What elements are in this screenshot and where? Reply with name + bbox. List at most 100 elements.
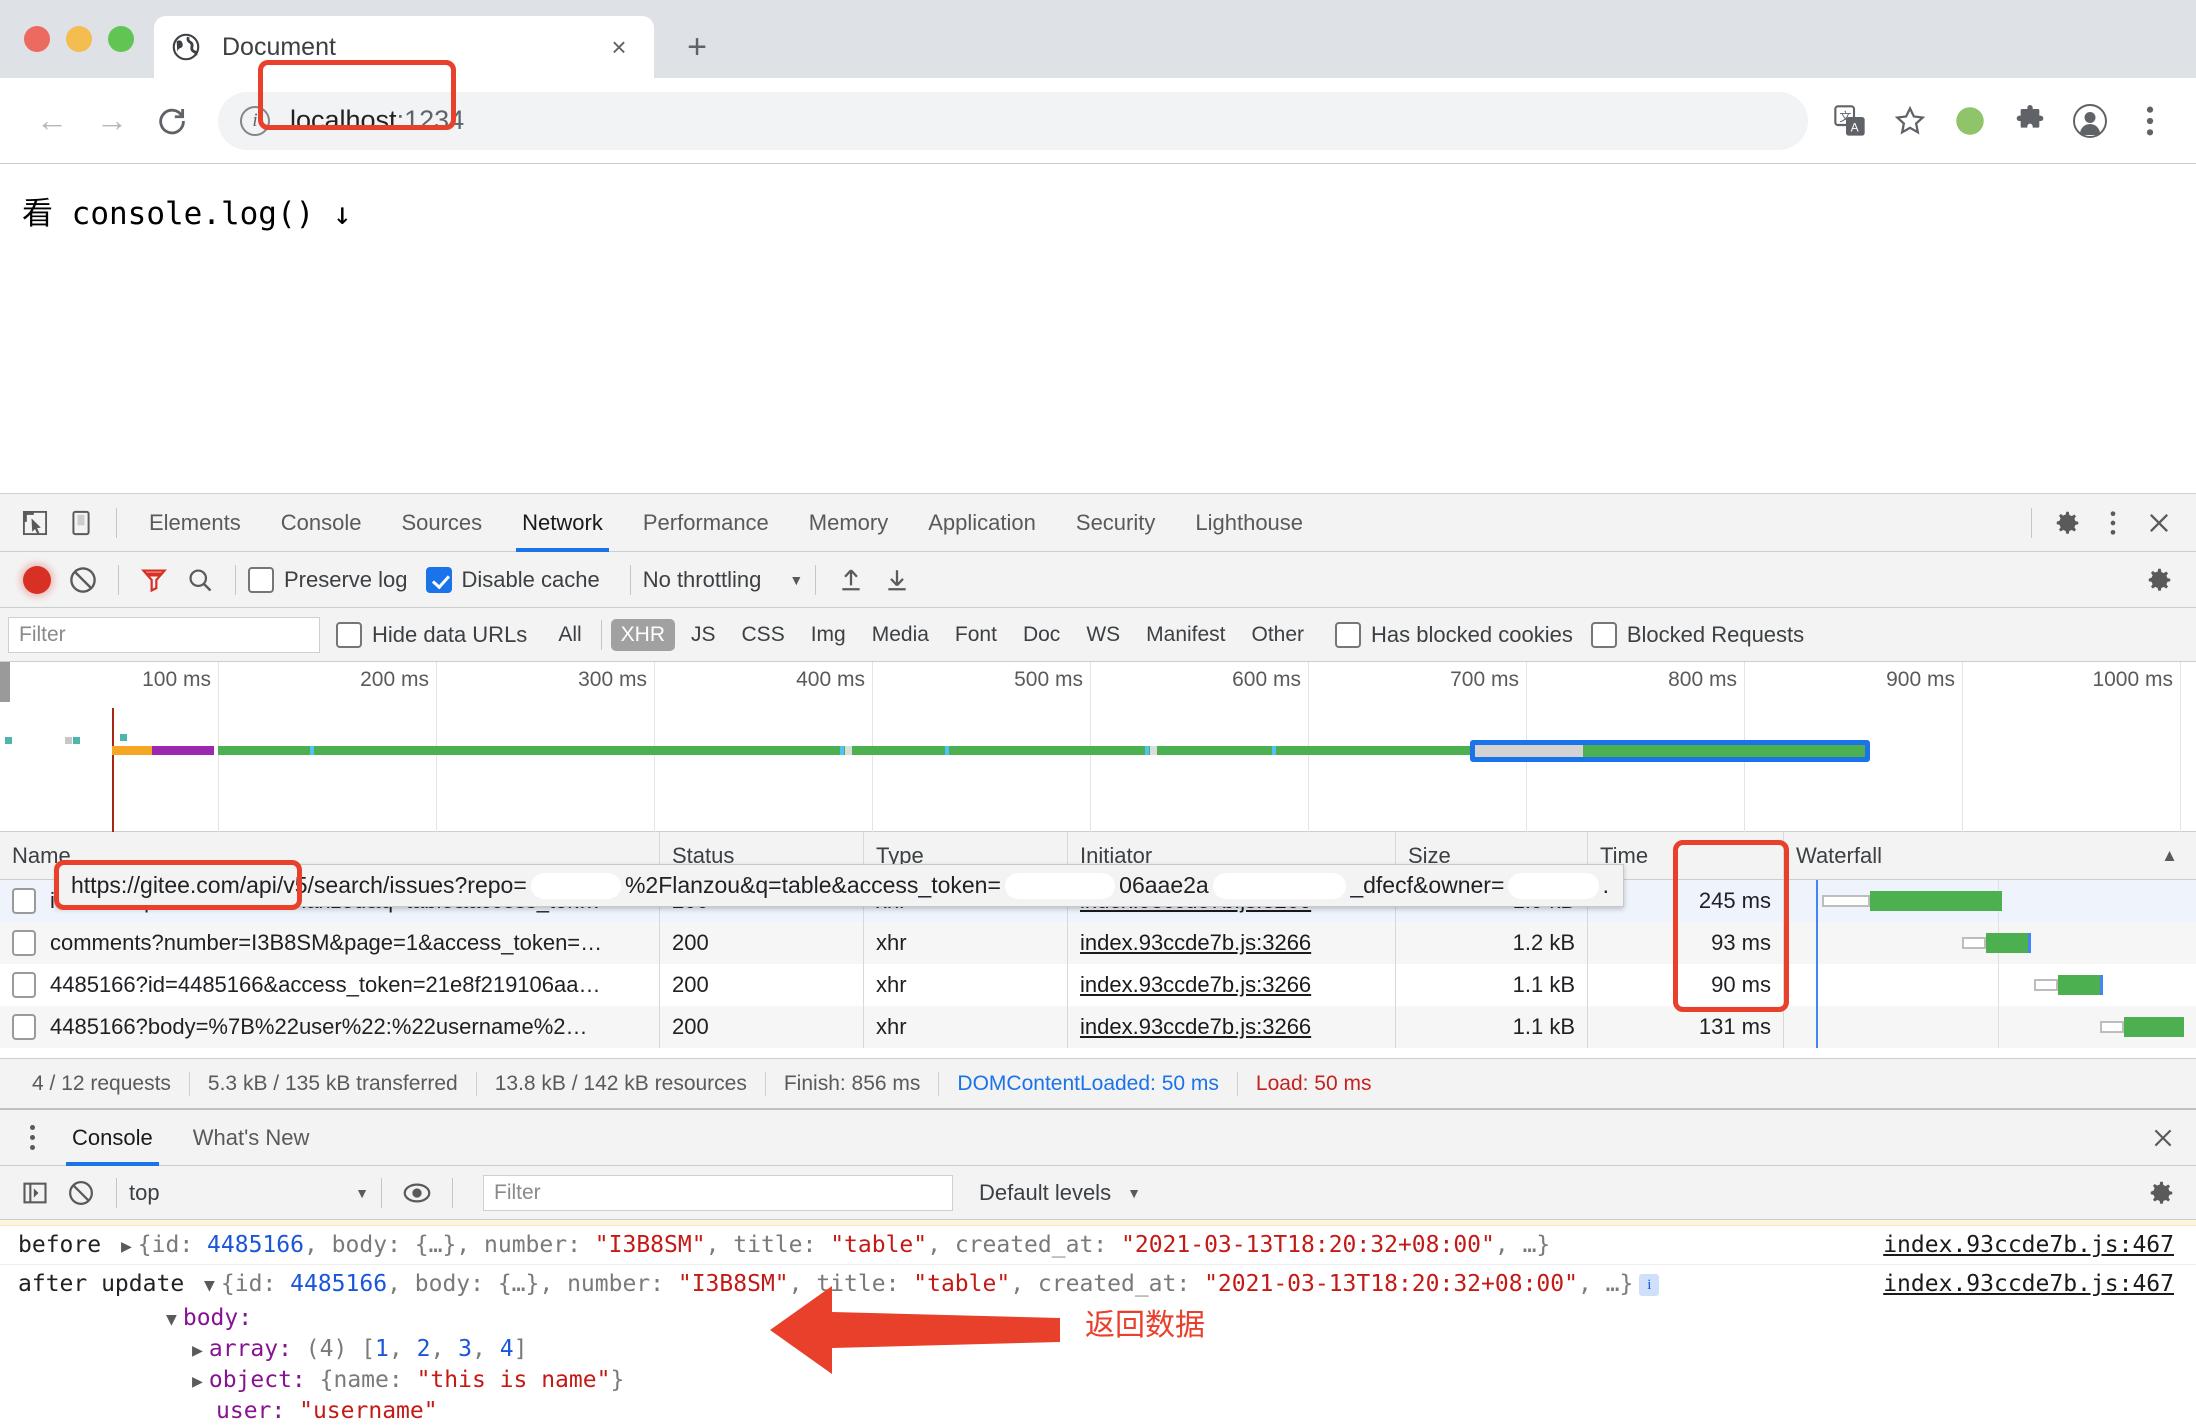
preserve-log-box[interactable] (248, 567, 274, 593)
expand-triangle-icon[interactable]: ▶ (121, 1236, 132, 1257)
profile-dot-icon[interactable] (1952, 103, 1988, 139)
device-toolbar-icon[interactable] (58, 500, 104, 546)
disable-cache-checkbox[interactable]: Disable cache (426, 567, 600, 593)
row-name-cell[interactable]: 4485166?body=%7B%22user%22:%22username%2… (0, 1006, 660, 1048)
overview-selection-window[interactable] (1470, 740, 1870, 762)
blocked-requests-checkbox[interactable]: Blocked Requests (1591, 622, 1804, 648)
type-filter-doc[interactable]: Doc (1013, 619, 1070, 651)
devtools-tab-sources[interactable]: Sources (381, 494, 502, 552)
network-filter-input[interactable]: Filter (8, 617, 320, 653)
devtools-tab-lighthouse[interactable]: Lighthouse (1175, 494, 1323, 552)
tree-node-object[interactable]: ▶object: {name: "this is name"} (40, 1365, 2196, 1396)
devtools-tab-security[interactable]: Security (1056, 494, 1175, 552)
devtools-tab-network[interactable]: Network (502, 494, 623, 552)
type-filter-media[interactable]: Media (862, 619, 939, 651)
close-window-button[interactable] (24, 26, 50, 52)
close-devtools-icon[interactable] (2136, 500, 2182, 546)
account-avatar-icon[interactable] (2072, 103, 2108, 139)
more-options-icon[interactable] (2090, 500, 2136, 546)
row-initiator[interactable]: index.93ccde7b.js:3266 (1068, 922, 1396, 964)
bookmark-star-icon[interactable] (1892, 103, 1928, 139)
type-filter-all[interactable]: All (548, 619, 591, 651)
extensions-puzzle-icon[interactable] (2012, 103, 2048, 139)
expand-triangle-icon[interactable]: ▶ (192, 1339, 203, 1363)
devtools-tab-application[interactable]: Application (908, 494, 1056, 552)
row-initiator[interactable]: index.93ccde7b.js:3266 (1068, 964, 1396, 1006)
drawer-more-options-icon[interactable] (12, 1125, 52, 1150)
row-name-cell[interactable]: 4485166?id=4485166&access_token=21e8f219… (0, 964, 660, 1006)
type-filter-js[interactable]: JS (681, 619, 726, 651)
console-message-source[interactable]: index.93ccde7b.js:467 (1883, 1232, 2174, 1258)
browser-tab[interactable]: Document × (154, 16, 654, 78)
row-checkbox[interactable] (12, 972, 36, 998)
column-header-waterfall[interactable]: Waterfall ▲ (1784, 832, 2196, 879)
console-levels-select[interactable]: Default levels ▼ (979, 1180, 1141, 1206)
settings-gear-icon[interactable] (2044, 500, 2090, 546)
preserve-log-checkbox[interactable]: Preserve log (248, 567, 408, 593)
network-overview-timeline[interactable]: 100 ms 200 ms 300 ms 400 ms 500 ms 600 m… (0, 662, 2196, 832)
back-button[interactable]: ← (22, 91, 82, 151)
collapse-triangle-icon[interactable]: ▼ (166, 1308, 177, 1332)
live-expression-icon[interactable] (394, 1170, 440, 1216)
site-info-icon[interactable]: i (240, 106, 270, 136)
console-message-source[interactable]: index.93ccde7b.js:467 (1883, 1271, 2174, 1297)
console-context-select[interactable]: top ▼ (129, 1180, 369, 1206)
type-filter-font[interactable]: Font (945, 619, 1007, 651)
table-row[interactable]: 4485166?id=4485166&access_token=21e8f219… (0, 964, 2196, 1006)
hide-data-urls-checkbox[interactable]: Hide data URLs (336, 622, 527, 648)
tree-node-user[interactable]: user: "username" (40, 1396, 2196, 1426)
console-filter-input[interactable]: Filter (483, 1175, 953, 1211)
reload-button[interactable] (142, 91, 202, 151)
close-tab-icon[interactable]: × (602, 30, 636, 64)
console-message[interactable]: after update ▼{id: 4485166, body: {…}, n… (0, 1265, 2196, 1303)
info-badge-icon[interactable]: i (1639, 1274, 1659, 1296)
drawer-tab-whats-new[interactable]: What's New (173, 1110, 330, 1166)
row-checkbox[interactable] (12, 930, 36, 956)
devtools-tab-elements[interactable]: Elements (129, 494, 261, 552)
row-initiator[interactable]: index.93ccde7b.js:3266 (1068, 1006, 1396, 1048)
devtools-tab-memory[interactable]: Memory (789, 494, 908, 552)
type-filter-manifest[interactable]: Manifest (1136, 619, 1235, 651)
drawer-tab-console[interactable]: Console (52, 1110, 173, 1166)
upload-har-icon[interactable] (828, 557, 874, 603)
type-filter-img[interactable]: Img (801, 619, 856, 651)
sort-ascending-icon[interactable]: ▲ (2161, 846, 2178, 866)
row-name-cell[interactable]: comments?number=I3B8SM&page=1&access_tok… (0, 922, 660, 964)
disable-cache-box[interactable] (426, 567, 452, 593)
type-filter-other[interactable]: Other (1242, 619, 1315, 651)
inspect-element-icon[interactable] (12, 500, 58, 546)
network-settings-gear-icon[interactable] (2136, 557, 2182, 603)
close-drawer-icon[interactable] (2150, 1115, 2196, 1161)
devtools-tab-performance[interactable]: Performance (623, 494, 789, 552)
throttling-select[interactable]: No throttling ▼ (643, 567, 803, 593)
minimize-window-button[interactable] (66, 26, 92, 52)
console-message[interactable]: before ▶{id: 4485166, body: {…}, number:… (0, 1226, 2196, 1265)
forward-button[interactable]: → (82, 91, 142, 151)
new-tab-button[interactable]: + (670, 20, 724, 74)
chrome-menu-icon[interactable] (2132, 103, 2168, 139)
download-har-icon[interactable] (874, 557, 920, 603)
type-filter-ws[interactable]: WS (1076, 619, 1130, 651)
record-icon[interactable] (14, 557, 60, 603)
filter-funnel-icon[interactable] (131, 557, 177, 603)
row-checkbox[interactable] (12, 888, 36, 914)
has-blocked-cookies-box[interactable] (1335, 622, 1361, 648)
clear-console-icon[interactable] (58, 1170, 104, 1216)
search-icon[interactable] (177, 557, 223, 603)
hide-data-urls-box[interactable] (336, 622, 362, 648)
has-blocked-cookies-checkbox[interactable]: Has blocked cookies (1335, 622, 1573, 648)
maximize-window-button[interactable] (108, 26, 134, 52)
devtools-tab-console[interactable]: Console (261, 494, 382, 552)
table-row[interactable]: 4485166?body=%7B%22user%22:%22username%2… (0, 1006, 2196, 1048)
clear-icon[interactable] (60, 557, 106, 603)
table-row[interactable]: comments?number=I3B8SM&page=1&access_tok… (0, 922, 2196, 964)
translate-icon[interactable]: 文 A (1832, 103, 1868, 139)
console-sidebar-icon[interactable] (12, 1170, 58, 1216)
type-filter-xhr[interactable]: XHR (611, 619, 675, 651)
type-filter-css[interactable]: CSS (732, 619, 795, 651)
console-messages[interactable]: before ▶{id: 4485166, body: {…}, number:… (0, 1220, 2196, 1426)
row-checkbox[interactable] (12, 1014, 36, 1040)
address-bar[interactable]: i localhost:1234 (218, 92, 1808, 150)
expand-triangle-icon[interactable]: ▶ (192, 1370, 203, 1394)
blocked-requests-box[interactable] (1591, 622, 1617, 648)
